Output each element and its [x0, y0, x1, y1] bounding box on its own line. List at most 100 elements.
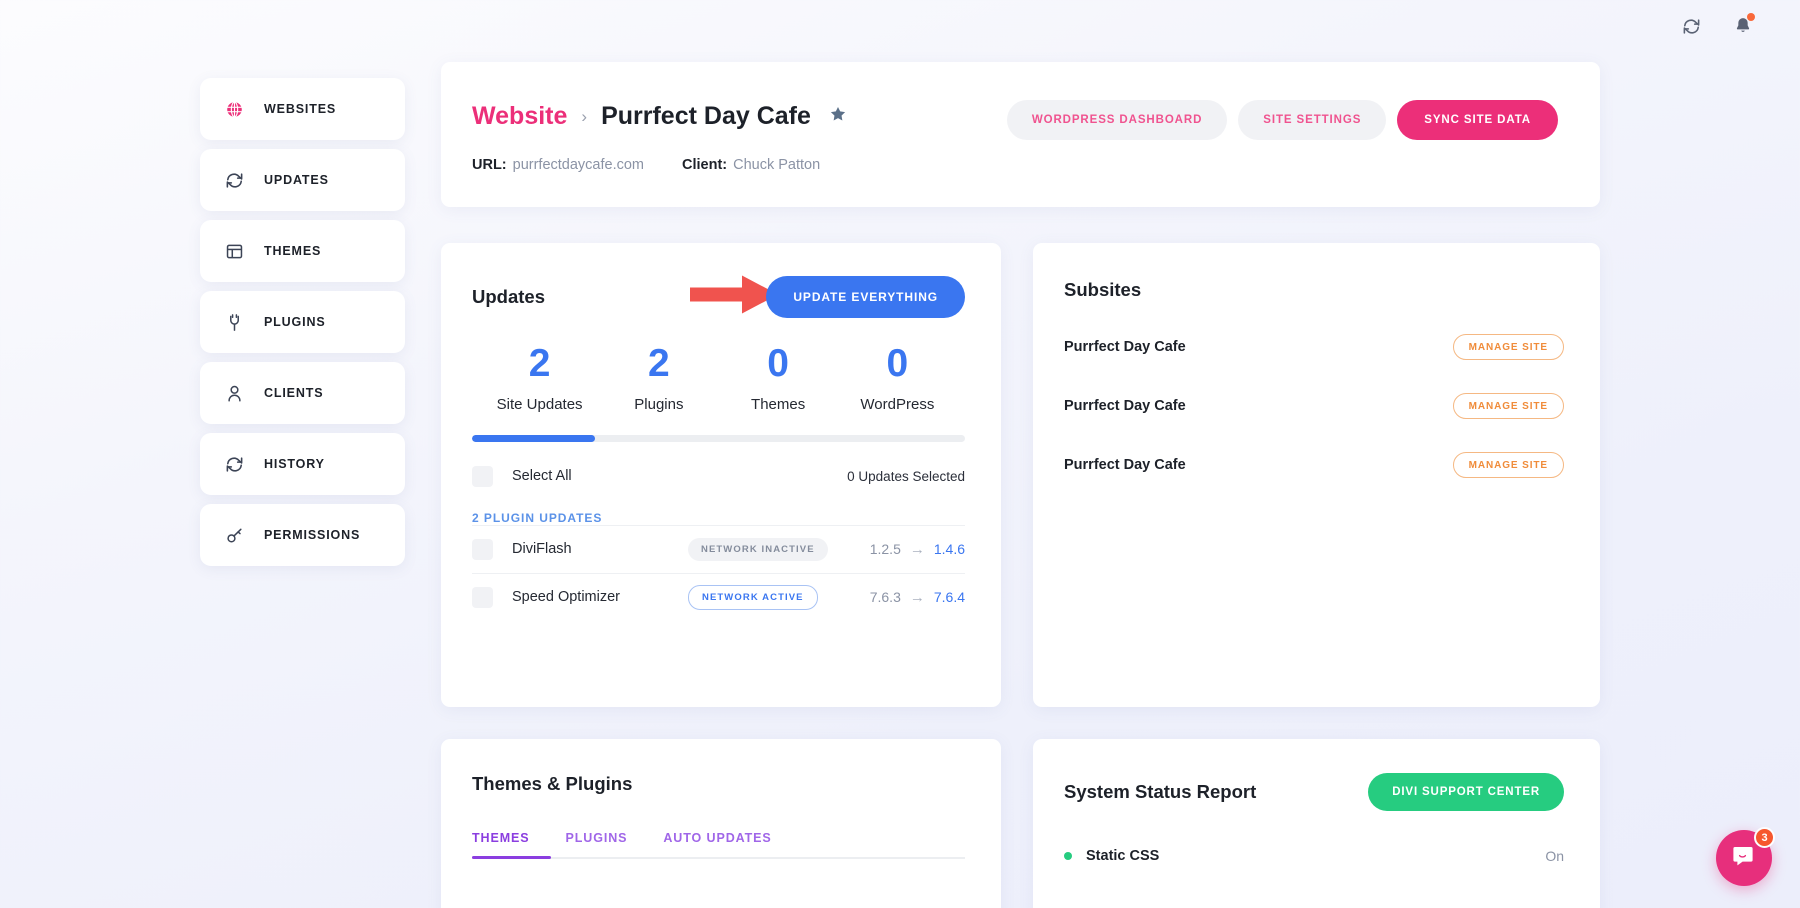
sidebar-item-plugins[interactable]: PLUGINS [200, 291, 405, 353]
wordpress-dashboard-button[interactable]: WORDPRESS DASHBOARD [1007, 100, 1227, 140]
tab-plugins[interactable]: PLUGINS [566, 831, 628, 845]
sidebar-item-label: PLUGINS [264, 315, 326, 329]
site-header-card: Website › Purrfect Day Cafe URL: purrfect… [441, 62, 1600, 207]
url-label: URL: [472, 157, 507, 173]
list-item: Static CSS On [1064, 848, 1564, 864]
version-from: 1.2.5 [870, 541, 901, 557]
version-to: 1.4.6 [934, 541, 965, 557]
table-row[interactable]: Speed Optimizer NETWORK ACTIVE 7.6.3 → 7… [472, 573, 965, 621]
stat-value: 2 [480, 344, 599, 385]
refresh-icon [224, 170, 245, 191]
sync-site-data-button[interactable]: SYNC SITE DATA [1397, 100, 1558, 140]
select-all-row: Select All 0 Updates Selected [472, 466, 965, 487]
updates-card-header: Updates UPDATE EVERYTHING [472, 276, 965, 318]
version-change: 1.2.5 → 1.4.6 [870, 541, 965, 558]
themes-plugins-card: Themes & Plugins THEMES PLUGINS AUTO UPD… [441, 739, 1001, 908]
stat-value: 0 [838, 344, 957, 385]
update-everything-button[interactable]: UPDATE EVERYTHING [766, 276, 965, 318]
subsites-card: Subsites Purrfect Day Cafe MANAGE SITE P… [1033, 243, 1600, 707]
sidebar-item-permissions[interactable]: PERMISSIONS [200, 504, 405, 566]
site-meta-row: URL: purrfectdaycafe.com Client: Chuck Pat… [472, 157, 1558, 173]
client-value: Chuck Patton [733, 157, 820, 173]
plugin-row-checkbox[interactable] [472, 539, 493, 560]
cards-row-bottom: Themes & Plugins THEMES PLUGINS AUTO UPD… [441, 739, 1600, 908]
site-settings-button[interactable]: SITE SETTINGS [1238, 100, 1386, 140]
updates-progress-fill [472, 435, 595, 442]
stat-site-updates: 2 Site Updates [480, 344, 599, 413]
sidebar: WEBSITES UPDATES THEMES [200, 78, 405, 566]
status-item: Static CSS [1064, 848, 1159, 864]
header-actions: WORDPRESS DASHBOARD SITE SETTINGS SYNC S… [1007, 100, 1558, 140]
client-label: Client: [682, 157, 727, 173]
active-tab-underline [472, 856, 551, 859]
stat-label: Site Updates [480, 396, 599, 413]
stat-value: 0 [719, 344, 838, 385]
system-status-header: System Status Report DIVI SUPPORT CENTER [1064, 773, 1564, 811]
star-icon[interactable] [829, 105, 847, 128]
sidebar-item-label: UPDATES [264, 173, 329, 187]
user-icon [224, 383, 245, 404]
breadcrumb-separator: › [581, 107, 587, 127]
sidebar-item-label: WEBSITES [264, 102, 336, 116]
version-to: 7.6.4 [934, 589, 965, 605]
subsite-name: Purrfect Day Cafe [1064, 398, 1186, 414]
subsites-card-title: Subsites [1064, 279, 1564, 301]
intercom-chat-launcher[interactable]: 3 [1716, 830, 1772, 886]
cards-row-top: Updates UPDATE EVERYTHING 2 Site Updates… [441, 243, 1600, 707]
themes-plugins-title: Themes & Plugins [472, 773, 965, 795]
manage-site-button[interactable]: MANAGE SITE [1453, 452, 1564, 478]
main-content: Website › Purrfect Day Cafe URL: purrfect… [441, 62, 1600, 908]
sidebar-item-label: PERMISSIONS [264, 528, 360, 542]
intercom-unread-badge: 3 [1754, 827, 1775, 848]
breadcrumb-root-link[interactable]: Website [472, 102, 567, 131]
red-arrow-pointer-icon [690, 273, 778, 322]
tab-themes[interactable]: THEMES [472, 831, 530, 845]
plugin-name: DiviFlash [512, 541, 688, 557]
status-ok-dot-icon [1064, 852, 1072, 860]
version-from: 7.6.3 [870, 589, 901, 605]
stat-value: 2 [599, 344, 718, 385]
select-all-checkbox[interactable] [472, 466, 493, 487]
table-row[interactable]: DiviFlash NETWORK INACTIVE 1.2.5 → 1.4.6 [472, 525, 965, 573]
list-item: Purrfect Day Cafe MANAGE SITE [1064, 334, 1564, 360]
stat-wordpress: 0 WordPress [838, 344, 957, 413]
topbar [0, 0, 1800, 52]
sidebar-item-updates[interactable]: UPDATES [200, 149, 405, 211]
sync-refresh-icon[interactable] [1678, 13, 1704, 39]
updates-card-title: Updates [472, 286, 545, 308]
select-all-label: Select All [512, 468, 572, 484]
stat-label: Themes [719, 396, 838, 413]
updates-card: Updates UPDATE EVERYTHING 2 Site Updates… [441, 243, 1001, 707]
sidebar-item-clients[interactable]: CLIENTS [200, 362, 405, 424]
status-badge: NETWORK ACTIVE [688, 585, 818, 610]
site-url: URL: purrfectdaycafe.com [472, 157, 644, 173]
tab-auto-updates[interactable]: AUTO UPDATES [663, 831, 771, 845]
status-item-name: Static CSS [1086, 848, 1159, 864]
manage-site-button[interactable]: MANAGE SITE [1453, 334, 1564, 360]
plugin-row-checkbox[interactable] [472, 587, 493, 608]
manage-site-button[interactable]: MANAGE SITE [1453, 393, 1564, 419]
window-icon [224, 241, 245, 262]
sidebar-item-label: CLIENTS [264, 386, 323, 400]
plug-icon [224, 312, 245, 333]
arrow-right-icon: → [910, 541, 925, 558]
sidebar-item-history[interactable]: HISTORY [200, 433, 405, 495]
refresh-icon [224, 454, 245, 475]
list-item: Purrfect Day Cafe MANAGE SITE [1064, 452, 1564, 478]
sidebar-item-label: THEMES [264, 244, 321, 258]
divi-support-center-button[interactable]: DIVI SUPPORT CENTER [1368, 773, 1564, 811]
stat-themes: 0 Themes [719, 344, 838, 413]
chat-smile-icon [1731, 843, 1757, 874]
updates-progress-bar [472, 435, 965, 442]
sidebar-item-websites[interactable]: WEBSITES [200, 78, 405, 140]
notifications-bell-icon[interactable] [1730, 13, 1756, 39]
status-item-value: On [1545, 848, 1564, 864]
sidebar-item-themes[interactable]: THEMES [200, 220, 405, 282]
select-all-group[interactable]: Select All [472, 466, 572, 487]
url-value: purrfectdaycafe.com [513, 157, 644, 173]
sidebar-item-label: HISTORY [264, 457, 325, 471]
status-badge: NETWORK INACTIVE [688, 538, 828, 561]
plugin-name: Speed Optimizer [512, 589, 688, 605]
page-title: Purrfect Day Cafe [601, 102, 811, 131]
site-client: Client: Chuck Patton [682, 157, 820, 173]
